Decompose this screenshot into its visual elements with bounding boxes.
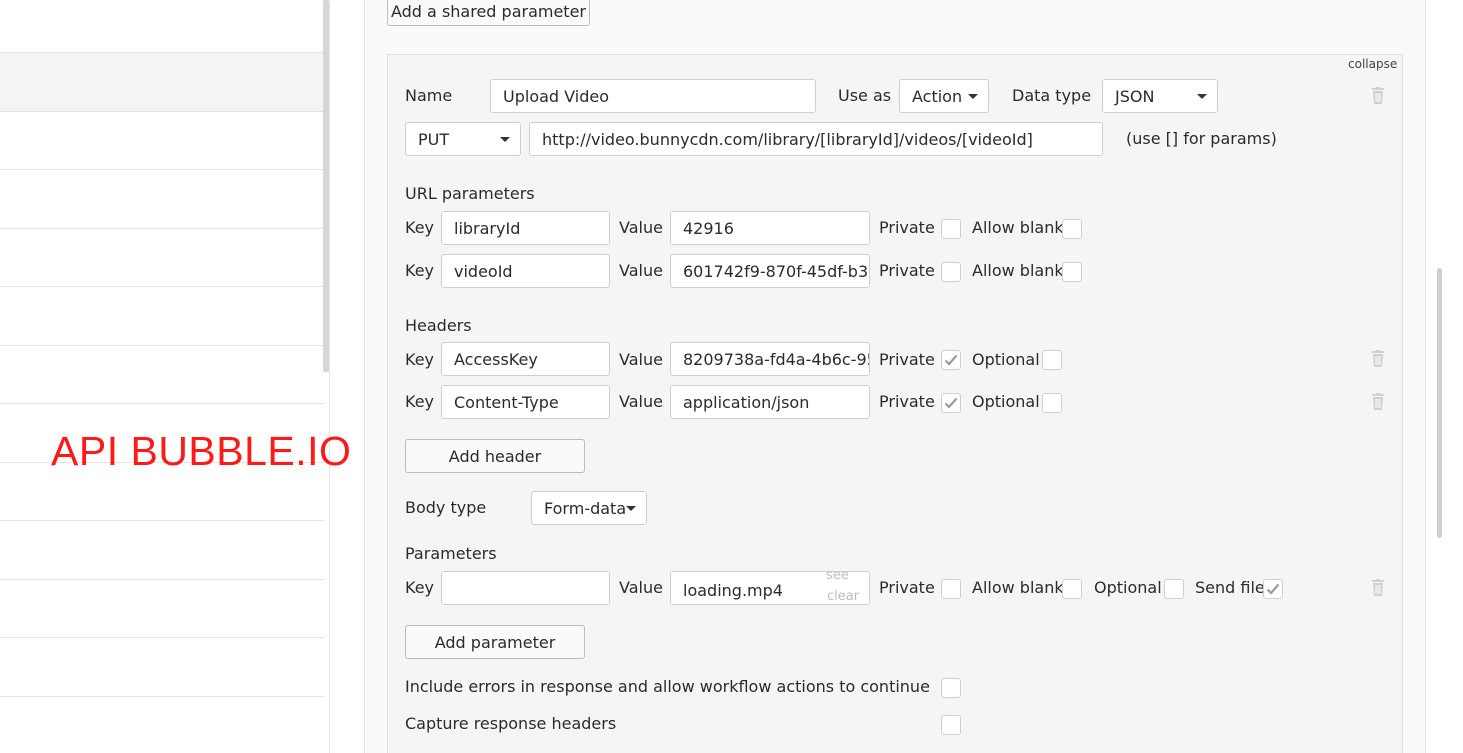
left-scrollbar[interactable] [323,0,329,372]
header-key-input[interactable]: AccessKey [441,342,610,376]
checkmark-icon [944,397,958,409]
private-checkbox[interactable] [941,350,961,370]
data-type-label: Data type [1012,86,1092,105]
allow-blank-checkbox[interactable] [1062,579,1082,599]
value-label: Value [619,350,663,369]
see-file-link[interactable]: see [826,566,849,586]
optional-label: Optional [972,350,1040,369]
send-file-label: Send file [1195,578,1265,597]
private-checkbox[interactable] [941,579,961,599]
name-label: Name [405,86,453,105]
private-checkbox[interactable] [941,262,961,282]
private-label: Private [879,261,935,280]
header-value-input[interactable]: application/json [670,385,870,419]
capture-headers-checkbox[interactable] [941,715,961,735]
allow-blank-label: Allow blank [972,261,1064,280]
trash-icon[interactable] [1370,579,1386,597]
chevron-down-icon [1197,94,1207,99]
data-type-dropdown[interactable]: JSON [1102,79,1218,113]
url-param-key-input[interactable]: videoId [441,254,610,288]
include-errors-checkbox[interactable] [941,678,961,698]
key-label: Key [405,261,435,280]
url-input[interactable]: http://video.bunnycdn.com/library/[libra… [529,122,1103,156]
clear-file-link[interactable]: clear [827,587,859,607]
body-type-dropdown[interactable]: Form-data [531,491,647,525]
include-errors-label: Include errors in response and allow wor… [405,677,930,696]
add-header-button[interactable]: Add header [405,439,585,473]
list-item[interactable] [0,520,324,578]
list-item[interactable] [0,696,324,753]
optional-label: Optional [1094,578,1162,597]
list-item[interactable] [0,169,324,227]
call-name-input[interactable]: Upload Video [490,79,816,113]
http-method-dropdown[interactable]: PUT [405,122,521,156]
chevron-down-icon [626,506,636,511]
value-label: Value [619,218,663,237]
private-label: Private [879,392,935,411]
value-label: Value [619,261,663,280]
left-list-panel [0,0,330,753]
optional-label: Optional [972,392,1040,411]
add-shared-parameter-button[interactable]: Add a shared parameter [387,0,590,26]
private-label: Private [879,578,935,597]
private-checkbox[interactable] [941,219,961,239]
page-scrollbar[interactable] [1437,268,1442,538]
trash-icon[interactable] [1370,87,1386,105]
header-key-input[interactable]: Content-Type [441,385,610,419]
param-key-input[interactable] [441,571,610,605]
optional-checkbox[interactable] [1042,393,1062,413]
checkmark-icon [944,354,958,366]
use-as-value: Action [912,86,963,106]
url-param-key-input[interactable]: libraryId [441,211,610,245]
chevron-down-icon [968,94,978,99]
use-as-dropdown[interactable]: Action [899,79,989,113]
optional-checkbox[interactable] [1042,350,1062,370]
allow-blank-checkbox[interactable] [1062,262,1082,282]
add-parameter-button[interactable]: Add parameter [405,625,585,659]
list-item[interactable] [0,579,324,637]
url-param-value-input[interactable]: 601742f9-870f-45df-b32c [670,254,870,288]
file-name: loading.mp4 [683,580,783,600]
data-type-value: JSON [1115,86,1155,106]
private-label: Private [879,350,935,369]
value-label: Value [619,578,663,597]
chevron-down-icon [500,137,510,142]
list-item[interactable] [0,637,324,695]
private-checkbox[interactable] [941,393,961,413]
allow-blank-checkbox[interactable] [1062,219,1082,239]
headers-title: Headers [405,316,472,335]
body-type-value: Form-data [544,498,627,518]
optional-checkbox[interactable] [1164,579,1184,599]
send-file-checkbox[interactable] [1263,579,1283,599]
key-label: Key [405,578,435,597]
capture-headers-label: Capture response headers [405,714,617,733]
checkmark-icon [1266,583,1280,595]
key-label: Key [405,392,435,411]
list-item[interactable] [0,286,324,344]
allow-blank-label: Allow blank [972,578,1064,597]
private-label: Private [879,218,935,237]
body-type-label: Body type [405,498,487,517]
url-param-value-input[interactable]: 42916 [670,211,870,245]
use-as-label: Use as [838,86,892,105]
url-hint: (use [] for params) [1126,129,1277,148]
list-item-selected[interactable] [0,52,324,111]
collapse-link[interactable]: collapse [1348,57,1397,71]
url-parameters-title: URL parameters [405,184,535,203]
list-item[interactable] [0,345,324,403]
list-item[interactable] [0,228,324,286]
key-label: Key [405,350,435,369]
list-item[interactable] [0,111,324,169]
allow-blank-label: Allow blank [972,218,1064,237]
parameters-title: Parameters [405,544,497,563]
watermark-text: API BUBBLE.IO [51,428,352,474]
trash-icon[interactable] [1370,393,1386,411]
http-method-value: PUT [418,129,450,149]
header-value-input[interactable]: 8209738a-fd4a-4b6c-952e [670,342,870,376]
key-label: Key [405,218,435,237]
value-label: Value [619,392,663,411]
trash-icon[interactable] [1370,350,1386,368]
